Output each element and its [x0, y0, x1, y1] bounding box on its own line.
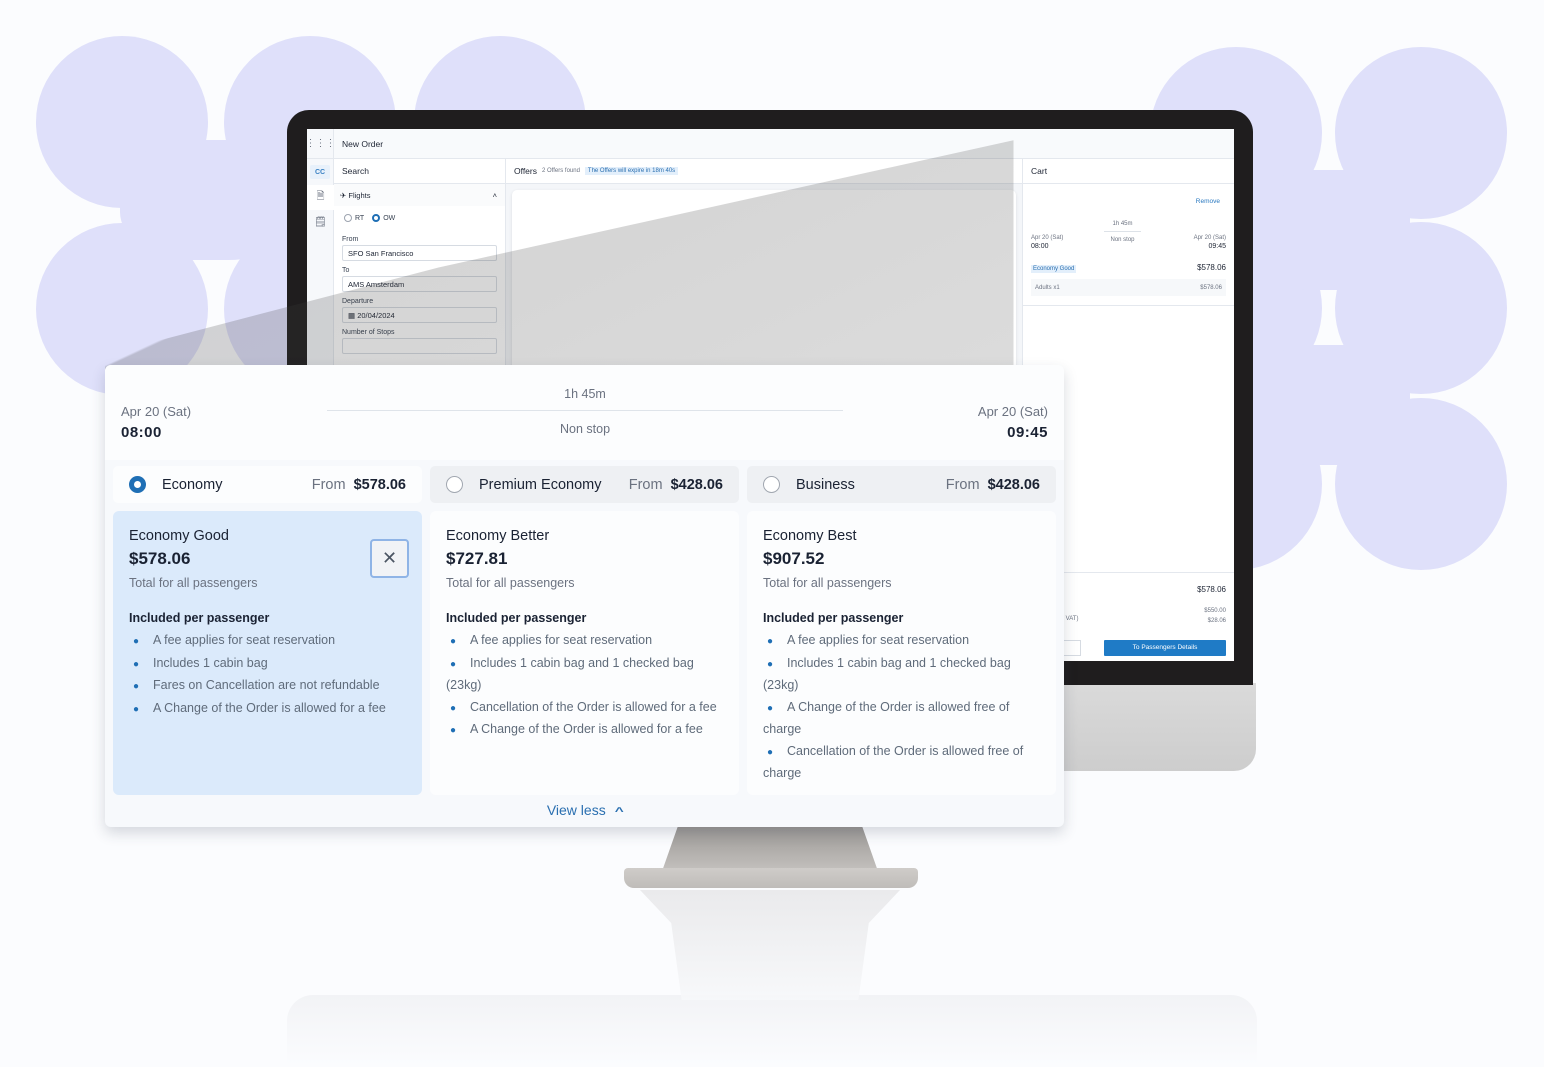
radio-rt[interactable]: RT [344, 214, 364, 222]
fare-price: $907.52 [763, 549, 825, 568]
offer-card: Apr 20 (Sat) 08:00 1h 45m Non stop Apr 2… [105, 365, 1064, 827]
flights-section-toggle[interactable]: ✈ Flights ˄ [334, 184, 505, 206]
close-icon: ✕ [381, 548, 398, 568]
feature-item: ● A Change of the Order is allowed free o… [763, 699, 1010, 737]
fare-total-label: Total for all passengers [763, 576, 892, 590]
feature-item: ● Includes 1 cabin bag and 1 checked bag … [763, 655, 1011, 693]
stops-label: Number of Stops [342, 329, 395, 336]
top-bar: New Order [334, 129, 1234, 159]
view-less-toggle[interactable]: View less ^ [105, 802, 1064, 818]
fare-name: Economy Best [763, 528, 857, 544]
monitor-stand-base [624, 868, 918, 888]
offers-count: 2 Offers found [542, 168, 580, 174]
marketing-stage: ⋮⋮⋮ CC 🗎 🗒 New Order Search ✈ Flights ˄ … [0, 0, 1544, 1067]
cc-badge[interactable]: CC [310, 165, 330, 179]
departure-label: Departure [342, 298, 374, 305]
fare-card-economy-good[interactable]: Economy Good $578.06 Total for all passe… [113, 511, 422, 795]
cabin-option-premium-economy[interactable]: Premium Economy From $428.06 [430, 466, 739, 503]
fare-price: $578.06 [129, 549, 191, 568]
fare-total-label: Total for all passengers [129, 576, 258, 590]
amount-value: $578.06 [1197, 585, 1226, 594]
departure-time: 08:00 [121, 424, 162, 441]
calendar-icon: ▦ [348, 311, 356, 320]
feature-item: ● A fee applies for seat reservation [767, 633, 970, 647]
trip-type-group: RT OW [334, 206, 505, 230]
feature-item: ● Includes 1 cabin bag and 1 checked bag … [446, 655, 694, 693]
deselect-fare-button[interactable]: ✕ [370, 539, 409, 578]
departure-field[interactable]: ▦ 20/04/2024 [342, 307, 497, 323]
fare-name: Economy Good [129, 528, 229, 544]
included-heading: Included per passenger [763, 611, 904, 625]
route-line [327, 410, 843, 411]
view-less-label: View less [546, 802, 606, 818]
chevron-up-icon: ^ [614, 806, 624, 818]
included-heading: Included per passenger [446, 611, 587, 625]
fare-name: Economy Better [446, 528, 550, 544]
radio-unselected[interactable] [763, 476, 780, 493]
base-value: $550.00 [1204, 608, 1226, 614]
cabin-option-economy[interactable]: Economy From $578.06 [113, 466, 422, 503]
fare-card-economy-better[interactable]: Economy Better $727.81 Total for all pas… [430, 511, 739, 795]
cart-route: Apr 20 (Sat) 08:00 1h 45m Non stop Apr 20 … [1031, 221, 1226, 250]
feature-item: ● Cancellation of the Order is allowed fr… [763, 743, 1024, 781]
remove-link[interactable]: Remove [1196, 198, 1220, 205]
feature-list: ● A fee applies for seat reservation ● Inc… [446, 630, 723, 742]
radio-ow[interactable]: OW [372, 214, 395, 222]
from-field[interactable]: SFO San Francisco [342, 245, 497, 261]
stand-reflection [640, 890, 900, 1000]
cart-adults-row: Adults x1 $578.06 [1031, 279, 1226, 296]
feature-item: ● A Change of the Order is allowed for a … [450, 722, 703, 736]
feature-list: ● A fee applies for seat reservation ● Inc… [129, 630, 406, 720]
cart-fare-tag: Economy Good [1031, 265, 1077, 273]
offers-expiry-badge: The Offers will expire in 18m 40s [584, 167, 679, 175]
feature-list: ● A fee applies for seat reservation ● Inc… [763, 630, 1040, 785]
feature-item: ● Fares on Cancellation are not refundabl… [133, 678, 380, 692]
cart-title: Cart [1023, 159, 1234, 184]
feature-item: ● A fee applies for seat reservation [450, 633, 653, 647]
to-passengers-details-button[interactable]: To Passengers Details [1104, 640, 1226, 656]
chevron-up-icon: ˄ [492, 190, 497, 200]
radio-unselected[interactable] [446, 476, 463, 493]
feature-item: ● A fee applies for seat reservation [133, 633, 336, 647]
search-title: Search [334, 159, 505, 184]
from-label: From [342, 236, 359, 243]
fare-price: $727.81 [446, 549, 508, 568]
stops-field[interactable] [342, 338, 497, 354]
apps-grid-icon[interactable]: ⋮⋮⋮ [307, 129, 336, 159]
feature-item: ● Includes 1 cabin bag [133, 655, 268, 670]
radio-selected[interactable] [129, 476, 146, 493]
to-field[interactable]: AMS Amsterdam [342, 276, 497, 292]
included-heading: Included per passenger [129, 611, 270, 625]
new-order-icon[interactable]: 🗎 [307, 185, 334, 210]
arrival-date: Apr 20 (Sat) [977, 404, 1048, 419]
cart-fare-price: $578.06 [1197, 263, 1226, 272]
flight-stops: Non stop [559, 422, 611, 436]
flights-label: Flights [348, 190, 371, 200]
departure-date: Apr 20 (Sat) [121, 404, 192, 419]
feature-item: ● A Change of the Order is allowed for a … [133, 700, 386, 715]
orders-icon[interactable]: 🗒 [307, 210, 334, 235]
cabin-option-business[interactable]: Business From $428.06 [747, 466, 1056, 503]
to-label: To [342, 267, 350, 274]
surcharges-value: $28.06 [1207, 618, 1226, 624]
feature-item: ● Cancellation of the Order is allowed fo… [450, 699, 717, 714]
plane-icon: ✈ [340, 190, 347, 200]
offers-title: Offers [514, 166, 537, 176]
flight-route: Apr 20 (Sat) 08:00 1h 45m Non stop Apr 2… [105, 365, 1064, 460]
fare-total-label: Total for all passengers [446, 576, 575, 590]
arrival-time: 09:45 [1007, 424, 1048, 441]
fare-card-economy-best[interactable]: Economy Best $907.52 Total for all passe… [747, 511, 1056, 795]
page-title: New Order [342, 138, 384, 149]
flight-duration: 1h 45m [564, 387, 606, 401]
floor-reflection [287, 995, 1257, 1065]
offers-header: Offers 2 Offers found The Offers will ex… [506, 159, 1022, 184]
